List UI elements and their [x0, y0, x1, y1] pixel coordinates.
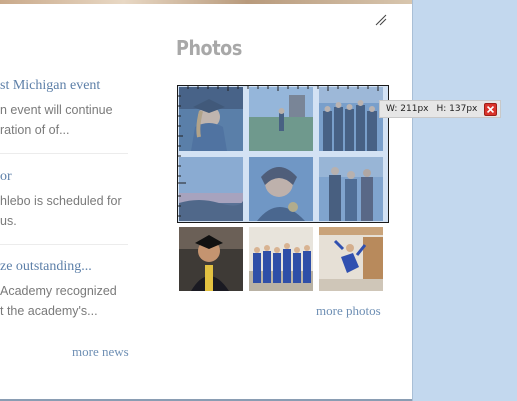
news-title[interactable]: ze outstanding...: [0, 259, 117, 275]
more-photos-link[interactable]: more photos: [316, 303, 381, 319]
more-news-link[interactable]: more news: [72, 344, 129, 360]
news-title[interactable]: or: [0, 169, 122, 185]
news-excerpt: Academy recognized t the academy's...: [0, 281, 117, 321]
news-excerpt: n event will continue ration of of...: [0, 100, 113, 140]
resize-handle-icon[interactable]: [375, 14, 387, 26]
news-excerpt-line: t the academy's...: [0, 304, 98, 318]
width-readout: W: 211px: [386, 104, 429, 114]
photos-heading: Photos: [176, 36, 242, 60]
side-panel: [412, 0, 517, 401]
news-divider: [0, 244, 128, 245]
news-item[interactable]: st Michigan event n event will continue …: [0, 78, 113, 140]
news-excerpt: hlebo is scheduled for us.: [0, 191, 122, 231]
news-excerpt-line: us.: [0, 214, 17, 228]
height-readout: H: 137px: [436, 104, 478, 114]
graduate-jumping-photo[interactable]: [319, 227, 383, 291]
news-excerpt-line: hlebo is scheduled for: [0, 194, 122, 208]
close-icon[interactable]: [484, 103, 497, 116]
news-divider: [0, 153, 128, 154]
graduate-smiling-photo[interactable]: [179, 227, 243, 291]
news-excerpt-line: Academy recognized: [0, 284, 117, 298]
news-excerpt-line: n event will continue: [0, 103, 113, 117]
graduates-line-photo[interactable]: [249, 227, 313, 291]
selection-size-tooltip: W: 211px H: 137px: [379, 100, 501, 118]
news-excerpt-line: ration of of...: [0, 123, 70, 137]
news-item[interactable]: or hlebo is scheduled for us.: [0, 169, 122, 231]
news-item[interactable]: ze outstanding... Academy recognized t t…: [0, 259, 117, 321]
news-title[interactable]: st Michigan event: [0, 78, 113, 94]
selection-box[interactable]: [177, 85, 389, 223]
top-image-strip: [0, 0, 412, 4]
selection-ruler: [178, 86, 379, 217]
